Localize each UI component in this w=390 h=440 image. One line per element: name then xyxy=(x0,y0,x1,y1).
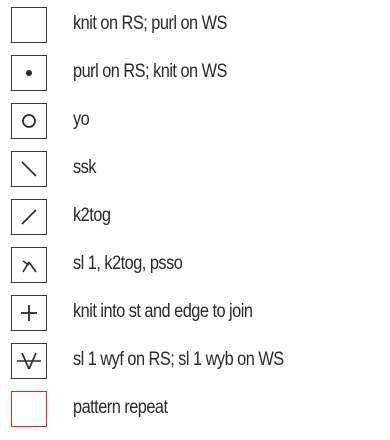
blank-square-icon xyxy=(11,7,47,43)
lambda-icon xyxy=(11,247,47,283)
slip-wyf-icon xyxy=(11,343,47,379)
legend-label: sl 1, k2tog, psso xyxy=(73,253,183,274)
red-square-icon xyxy=(11,391,47,427)
plus-icon xyxy=(11,295,47,331)
legend-row-ssk: ssk xyxy=(11,144,390,187)
legend-label: knit into st and edge to join xyxy=(73,301,253,322)
dot-icon xyxy=(11,55,47,91)
legend-row-sk2p: sl 1, k2tog, psso xyxy=(11,240,390,283)
legend-label: k2tog xyxy=(73,205,111,226)
legend-row-k2tog: k2tog xyxy=(11,192,390,235)
legend-label: ssk xyxy=(73,157,96,178)
legend-row-join: knit into st and edge to join xyxy=(11,288,390,331)
legend-label: yo xyxy=(73,109,90,130)
legend-row-yo: yo xyxy=(11,96,390,139)
legend-label: sl 1 wyf on RS; sl 1 wyb on WS xyxy=(73,349,284,370)
legend-label: knit on RS; purl on WS xyxy=(73,13,227,34)
legend-label: pattern repeat xyxy=(73,397,168,418)
legend-row-slip: sl 1 wyf on RS; sl 1 wyb on WS xyxy=(11,336,390,379)
legend-row-repeat: pattern repeat xyxy=(11,384,390,427)
legend-label: purl on RS; knit on WS xyxy=(73,61,227,82)
legend-row-knit: knit on RS; purl on WS xyxy=(11,0,390,43)
backslash-icon xyxy=(11,151,47,187)
slash-icon xyxy=(11,199,47,235)
circle-icon xyxy=(11,103,47,139)
legend-row-purl: purl on RS; knit on WS xyxy=(11,48,390,91)
